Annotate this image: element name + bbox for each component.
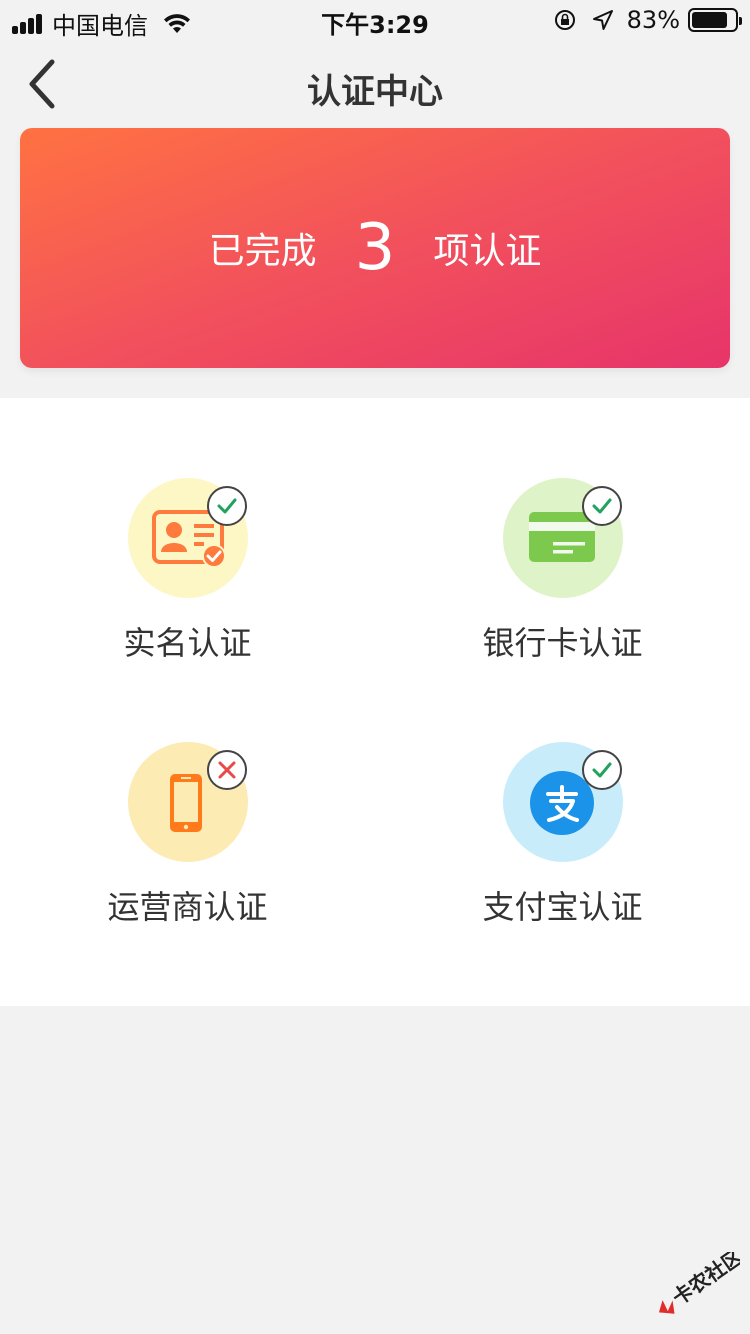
item-label: 实名认证: [123, 624, 252, 662]
verified-badge: [582, 486, 622, 526]
check-icon: [217, 498, 237, 514]
alipay-verification-item[interactable]: 支付宝认证: [375, 742, 750, 1002]
banner-suffix: 项认证: [433, 231, 542, 272]
battery-percent: 83%: [626, 6, 680, 34]
close-icon: [218, 761, 236, 779]
bank-card-verification-item[interactable]: 银行卡认证: [375, 478, 750, 738]
carrier-verification-item[interactable]: 运营商认证: [0, 742, 375, 1002]
location-arrow-icon: [592, 10, 613, 30]
unverified-badge: [207, 750, 247, 790]
real-name-verification-item[interactable]: 实名认证: [0, 478, 375, 738]
summary-banner: 已完成 3 项认证: [20, 128, 730, 368]
status-right: 83%: [553, 6, 742, 34]
watermark-logo: 卡农社区: [658, 1252, 740, 1314]
nav-bar: 认证中心: [0, 40, 750, 128]
verified-badge: [582, 750, 622, 790]
status-bar: 中国电信 下午3:29 83%: [0, 0, 750, 40]
completed-count: 3: [354, 211, 396, 285]
watermark-text: 卡农社区: [668, 1252, 740, 1310]
battery-icon: [688, 8, 742, 32]
item-label: 银行卡认证: [482, 624, 643, 662]
verification-panel: 实名认证 银行卡认证 运营商认证 支付宝认证: [0, 398, 750, 1006]
battery-fill: [692, 12, 727, 28]
page-title: 认证中心: [307, 72, 443, 112]
item-label: 支付宝认证: [482, 888, 643, 926]
item-label: 运营商认证: [107, 888, 268, 926]
phone-icon: [170, 774, 202, 832]
check-icon: [592, 762, 612, 778]
banner-prefix: 已完成: [208, 231, 317, 272]
rotation-lock-icon: [554, 10, 575, 30]
check-icon: [592, 498, 612, 514]
verified-badge: [207, 486, 247, 526]
